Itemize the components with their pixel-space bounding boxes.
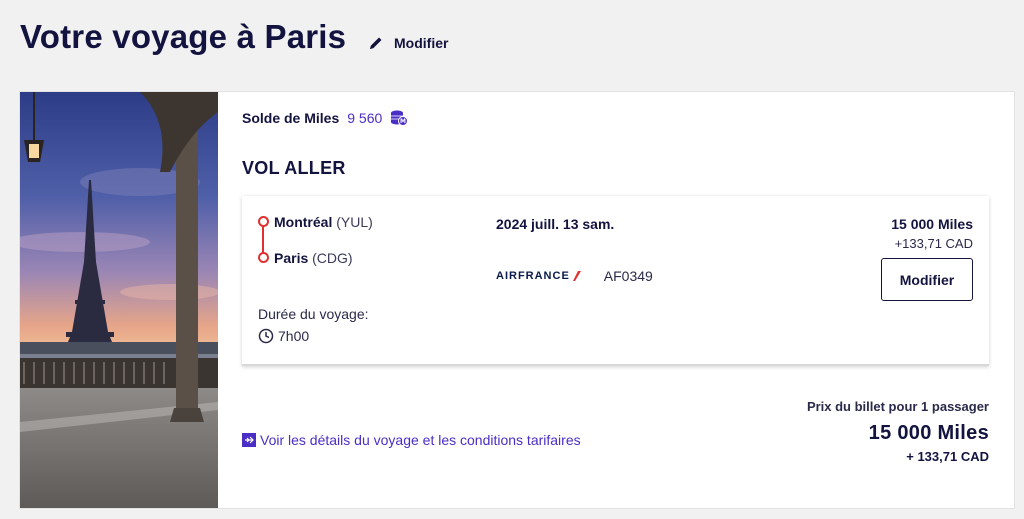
paris-hero-image [20, 92, 218, 508]
trip-content: Solde de Miles 9 560 M VOL ALLER Montréa… [242, 92, 992, 508]
origin-city: Montréal [274, 214, 333, 230]
trip-details-label: Voir les détails du voyage et les condit… [260, 432, 581, 448]
miles-balance: Solde de Miles 9 560 M [242, 109, 409, 127]
destination-code: (CDG) [312, 250, 353, 266]
duration: 7h00 [258, 328, 309, 344]
flight-number: AF0349 [603, 268, 653, 284]
destination-city: Paris [274, 250, 309, 266]
airfrance-logo: AIRFRANCE [496, 270, 582, 282]
origin-dot-icon [258, 216, 269, 227]
flight-date: 2024 juill. 13 sam. [496, 216, 615, 232]
destination: Paris (CDG) [274, 250, 353, 266]
page-title: Votre voyage à Paris [20, 18, 347, 55]
total-label: Prix du billet pour 1 passager [806, 399, 989, 414]
total-miles: 15 000 Miles [868, 422, 989, 444]
duration-label: Durée du voyage: [258, 306, 369, 322]
origin-code: (YUL) [336, 214, 373, 230]
duration-value: 7h00 [278, 328, 310, 344]
origin: Montréal (YUL) [274, 214, 373, 230]
destination-dot-icon [258, 252, 269, 263]
header-modify-label: Modifier [394, 35, 449, 51]
balance-value: 9 560 [347, 110, 383, 126]
pencil-icon [368, 35, 384, 51]
total-tax: + 133,71 CAD [906, 449, 989, 464]
trip-details-link[interactable]: Voir les détails du voyage et les condit… [242, 432, 581, 448]
modify-flight-button[interactable]: Modifier [881, 258, 973, 301]
total-price: Prix du billet pour 1 passager 15 000 Mi… [807, 399, 989, 464]
flight-segment-card: Montréal (YUL) Paris (CDG) Durée du voya… [242, 196, 989, 366]
clock-icon [258, 328, 274, 344]
trip-card: Solde de Miles 9 560 M VOL ALLER Montréa… [19, 91, 1015, 509]
segment-price: 15 000 Miles +133,71 CAD [891, 216, 973, 251]
leg-title: VOL ALLER [242, 158, 346, 178]
miles-coin-icon: M [390, 109, 409, 127]
svg-text:M: M [400, 118, 406, 125]
airline: AIRFRANCE AF0349 [496, 268, 653, 284]
plane-icon [242, 433, 256, 447]
airline-name: AIRFRANCE [496, 270, 570, 282]
page: Votre voyage à Paris Modifier Solde de M… [0, 0, 1024, 519]
segment-price-tax: +133,71 CAD [894, 236, 973, 251]
balance-label: Solde de Miles [242, 110, 340, 126]
segment-price-miles: 15 000 Miles [891, 216, 973, 232]
header-modify-link[interactable]: Modifier [368, 35, 448, 51]
